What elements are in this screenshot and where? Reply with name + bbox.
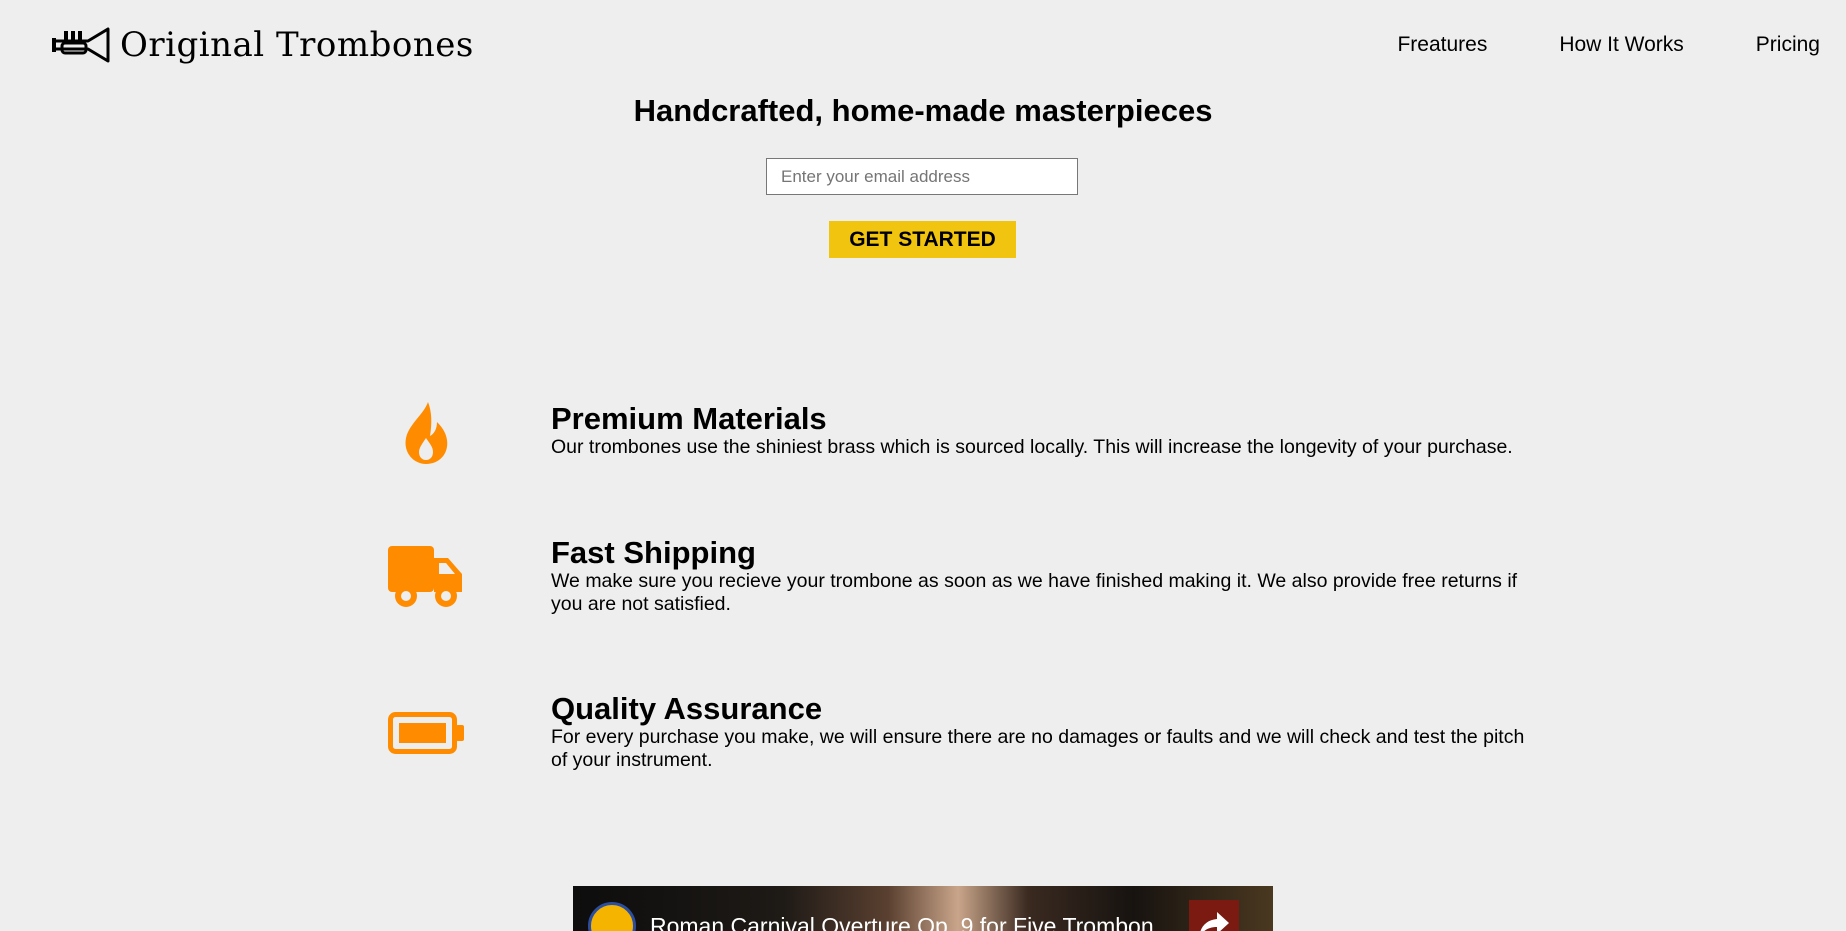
nav-link-pricing[interactable]: Pricing	[1756, 32, 1820, 58]
header: Original Trombones Freatures How It Work…	[0, 0, 1846, 90]
email-input[interactable]	[766, 158, 1078, 195]
feature-body: Premium Materials Our trombones use the …	[551, 402, 1541, 459]
feature-text: Our trombones use the shiniest brass whi…	[551, 436, 1513, 458]
share-button[interactable]	[1189, 900, 1239, 931]
fire-icon	[386, 402, 466, 464]
hero-title: Handcrafted, home-made masterpieces	[633, 93, 1213, 128]
video-title[interactable]: Roman Carnival Overture Op. 9 for Five T…	[650, 912, 1173, 931]
brand-logo[interactable]: Original Trombones	[52, 24, 474, 66]
feature-body: Quality Assurance For every purchase you…	[551, 692, 1541, 772]
feature-body: Fast Shipping We make sure you recieve y…	[551, 536, 1541, 616]
feature-title: Premium Materials	[551, 401, 827, 436]
video-embed[interactable]: Roman Carnival Overture Op. 9 for Five T…	[573, 886, 1273, 931]
trumpet-icon	[52, 27, 110, 63]
feature-title: Quality Assurance	[551, 691, 823, 726]
page: Original Trombones Freatures How It Work…	[0, 0, 1846, 931]
feature-text: For every purchase you make, we will ens…	[551, 726, 1525, 771]
nav-link-features[interactable]: Freatures	[1397, 32, 1487, 58]
main-nav: Freatures How It Works Pricing	[1397, 32, 1820, 58]
truck-icon	[386, 546, 466, 608]
feature-title: Fast Shipping	[551, 535, 756, 570]
nav-link-how-it-works[interactable]: How It Works	[1559, 32, 1683, 58]
share-icon	[1200, 912, 1229, 931]
feature-text: We make sure you recieve your trombone a…	[551, 570, 1518, 615]
brand-name: Original Trombones	[120, 25, 474, 65]
get-started-button[interactable]: GET STARTED	[829, 221, 1016, 258]
battery-full-icon	[386, 712, 466, 754]
